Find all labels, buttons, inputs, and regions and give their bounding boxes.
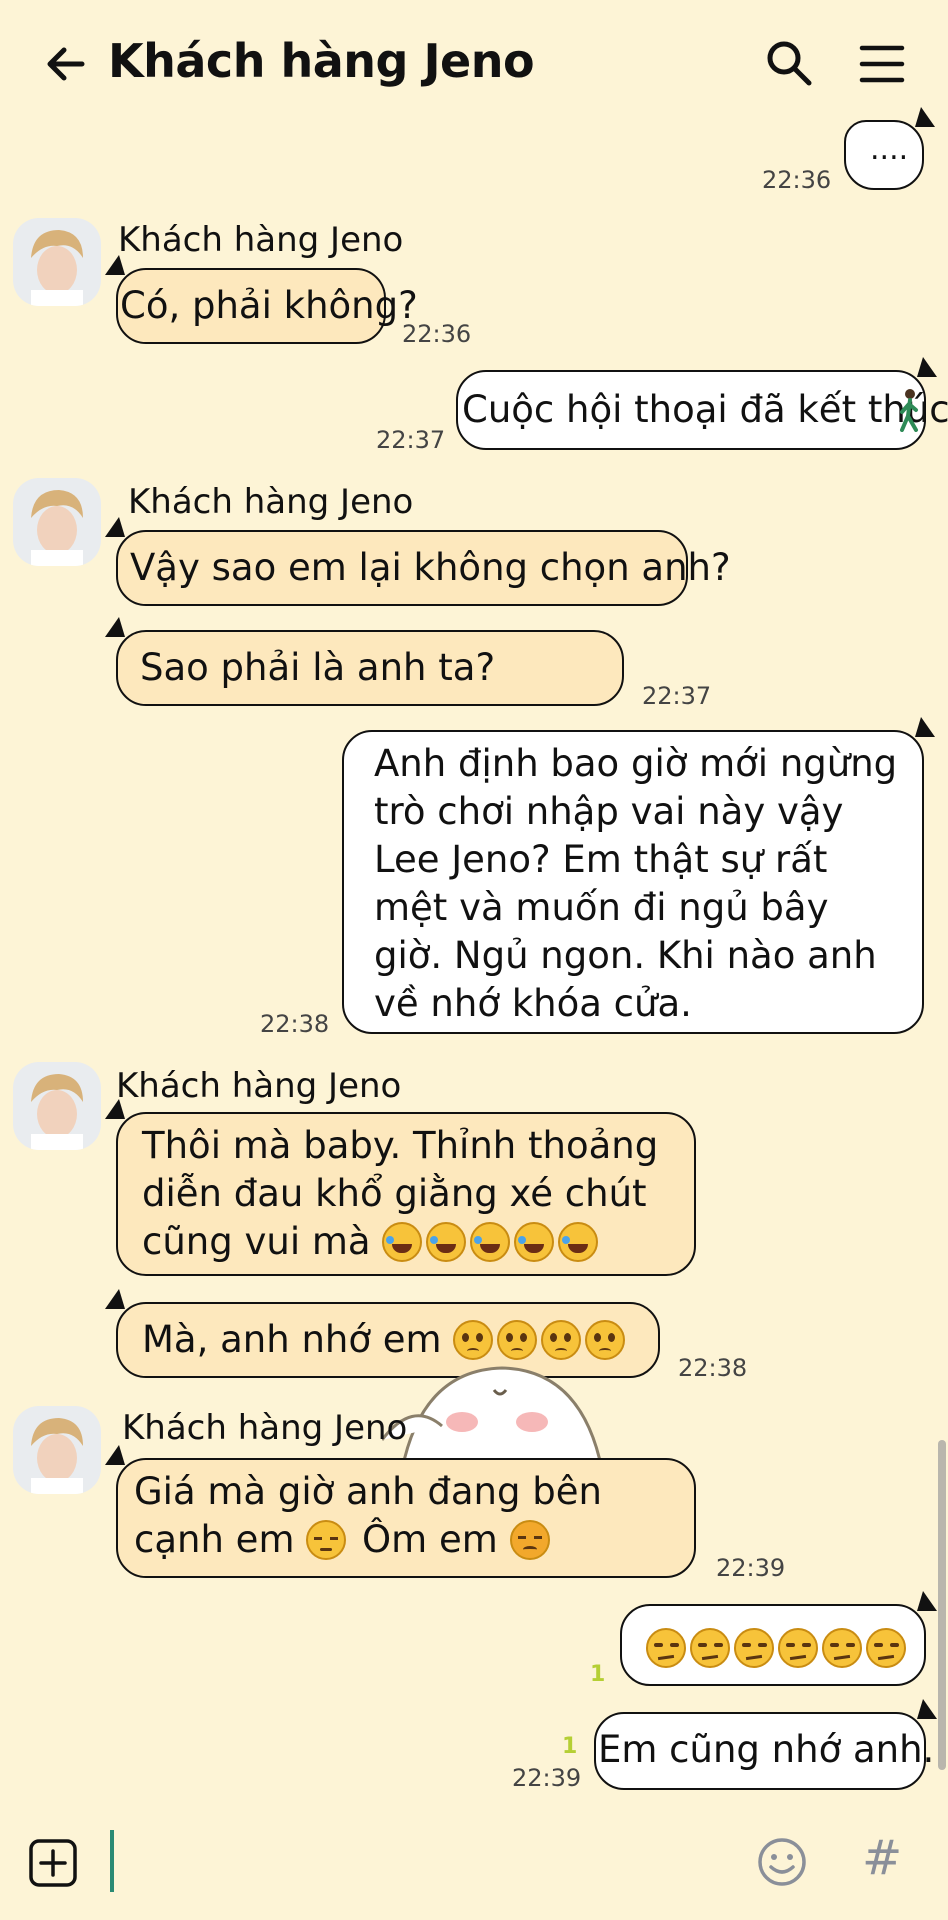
pensive-face-emoji — [306, 1520, 347, 1560]
sender-name: Khách hàng Jeno — [116, 1066, 402, 1106]
hamburger-menu-icon[interactable] — [858, 42, 906, 86]
message-time: 22:39 — [512, 1764, 582, 1792]
message-time: 22:39 — [716, 1554, 786, 1582]
message-time: 22:38 — [260, 1010, 330, 1038]
sender-name: Khách hàng Jeno — [118, 220, 404, 260]
text-input-cursor[interactable] — [110, 1830, 114, 1892]
read-indicator: 1 — [590, 1662, 606, 1687]
contact-avatar[interactable] — [13, 1062, 101, 1150]
smiley-icon[interactable] — [756, 1836, 808, 1888]
message-text-line: Giá mà giờ anh đang bên — [134, 1470, 602, 1513]
incoming-message-bubble[interactable]: Giá mà giờ anh đang bên cạnh em Ôm em — [105, 1445, 696, 1578]
hashtag-button[interactable]: # — [862, 1830, 902, 1886]
contact-avatar[interactable] — [13, 218, 101, 306]
contact-avatar[interactable] — [13, 1406, 101, 1494]
outgoing-message-bubble[interactable]: Cuộc hội thoại đã kết thúc — [456, 357, 948, 450]
outgoing-message-bubble[interactable]: Anh định bao giờ mới ngừng trò chơi nhập… — [342, 717, 935, 1034]
rolling-laughing-emoji — [382, 1220, 602, 1263]
back-arrow-icon[interactable] — [42, 40, 90, 88]
message-time: 22:37 — [642, 682, 712, 710]
chat-header: Khách hàng Jeno — [0, 0, 948, 128]
message-time: 22:38 — [678, 1354, 748, 1382]
outgoing-message-bubble[interactable]: .... — [844, 107, 935, 190]
plus-square-icon[interactable] — [28, 1838, 78, 1888]
contact-avatar[interactable] — [13, 478, 101, 566]
incoming-message-bubble[interactable]: Có, phải không? — [105, 255, 418, 344]
message-text-line: cạnh em Ôm em — [134, 1516, 678, 1564]
scrollbar[interactable] — [938, 1440, 946, 1770]
pleading-face-emoji — [453, 1318, 629, 1361]
chat-title: Khách hàng Jeno — [108, 34, 535, 88]
outgoing-message-bubble[interactable] — [620, 1591, 937, 1686]
incoming-message-bubble[interactable]: Vậy sao em lại không chọn anh? — [105, 517, 731, 606]
sticker-illustration — [382, 1366, 604, 1470]
outgoing-message-bubble[interactable]: Em cũng nhớ anh. — [594, 1699, 937, 1790]
incoming-message-bubble[interactable]: Thôi mà baby. Thỉnh thoảng diễn đau khổ … — [105, 1099, 696, 1276]
sender-name: Khách hàng Jeno — [122, 1408, 408, 1448]
message-time: 22:36 — [402, 320, 472, 348]
search-icon[interactable] — [764, 38, 814, 88]
disappointed-face-emoji — [509, 1520, 550, 1560]
message-time: 22:36 — [762, 166, 832, 194]
message-time: 22:37 — [376, 426, 446, 454]
message-text: Mà, anh nhớ em — [142, 1318, 442, 1361]
incoming-message-bubble[interactable]: Sao phải là anh ta? — [105, 617, 624, 706]
sender-name: Khách hàng Jeno — [128, 482, 414, 522]
read-indicator: 1 — [562, 1734, 578, 1759]
person-walking-icon — [900, 389, 918, 432]
message-input-bar: # — [0, 1808, 948, 1920]
message-text: Cuộc hội thoại đã kết thúc — [462, 388, 948, 431]
unamused-face-emoji — [646, 1626, 910, 1669]
